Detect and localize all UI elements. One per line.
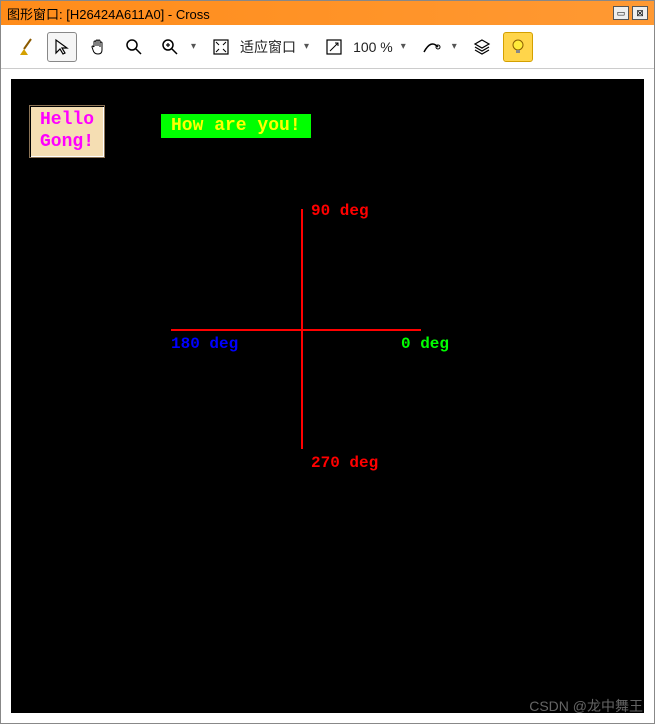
magnifier-icon [125, 38, 143, 56]
fit-window-group: 适应窗口 ▾ [206, 32, 313, 62]
zoom-in-button[interactable] [155, 32, 185, 62]
lightbulb-icon [509, 38, 527, 56]
cross-vertical [301, 209, 303, 449]
broom-icon [16, 37, 36, 57]
curve-tool-button[interactable] [416, 32, 446, 62]
zoom-value-dropdown[interactable]: ▾ [397, 41, 410, 52]
minimize-button[interactable]: ▭ [613, 6, 629, 20]
clear-button[interactable] [11, 32, 41, 62]
label-0-deg: 0 deg [401, 335, 449, 353]
zoom-in-group: ▾ [155, 32, 200, 62]
curve-tool-group: ▾ [416, 32, 461, 62]
layers-icon [472, 37, 492, 57]
zoom-scale-button[interactable] [319, 32, 349, 62]
pointer-button[interactable] [47, 32, 77, 62]
layers-button[interactable] [467, 32, 497, 62]
label-180-deg: 180 deg [171, 335, 238, 353]
curve-icon [421, 37, 441, 57]
zoom-in-dropdown[interactable]: ▾ [187, 41, 200, 52]
zoom-value-group: 100 % ▾ [319, 32, 410, 62]
graphics-canvas[interactable]: Hello Gong! How are you! 0 deg 90 deg 18… [11, 79, 644, 713]
fit-window-dropdown[interactable]: ▾ [300, 41, 313, 52]
zoom-value: 100 % [351, 39, 395, 55]
cursor-icon [53, 38, 71, 56]
howare-text-box: How are you! [161, 114, 311, 138]
hello-text-box: Hello Gong! [29, 105, 105, 158]
scale-icon [325, 38, 343, 56]
label-90-deg: 90 deg [311, 202, 369, 220]
zoom-button[interactable] [119, 32, 149, 62]
title-bar: 图形窗口: [H26424A611A0] - Cross ▭ ⊠ [1, 1, 654, 25]
fit-window-label: 适应窗口 [238, 37, 298, 57]
close-button[interactable]: ⊠ [632, 6, 648, 20]
graphics-window: 图形窗口: [H26424A611A0] - Cross ▭ ⊠ [0, 0, 655, 724]
lightbulb-button[interactable] [503, 32, 533, 62]
canvas-area: Hello Gong! How are you! 0 deg 90 deg 18… [1, 69, 654, 723]
fit-window-icon [212, 38, 230, 56]
magnifier-plus-icon [161, 38, 179, 56]
pan-button[interactable] [83, 32, 113, 62]
curve-tool-dropdown[interactable]: ▾ [448, 41, 461, 52]
cross-horizontal [171, 329, 421, 331]
hand-icon [88, 37, 108, 57]
window-title: 图形窗口: [H26424A611A0] - Cross [7, 4, 610, 23]
label-270-deg: 270 deg [311, 454, 378, 472]
toolbar: ▾ 适应窗口 ▾ 100 % ▾ [1, 25, 654, 69]
fit-window-button[interactable] [206, 32, 236, 62]
